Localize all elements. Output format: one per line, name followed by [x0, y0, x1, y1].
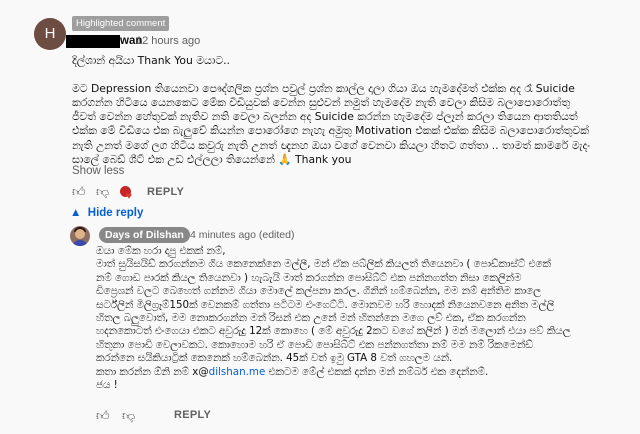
- reply-text: ඔයා මේක හරා දාපු එකක් නම්, මාත් සුයිසයිඩ…: [96, 245, 626, 392]
- thumbs-up-icon[interactable]: 👍︎: [96, 408, 110, 424]
- redacted-author-name[interactable]: [66, 35, 120, 48]
- comment-text: දිල්ශාන් අයියා Thank You මයාට.. මට Depre…: [72, 54, 591, 166]
- reply-button[interactable]: REPLY: [147, 186, 184, 198]
- channel-owner-chip[interactable]: Days of Dilshan: [99, 227, 190, 243]
- channel-avatar[interactable]: [70, 226, 90, 246]
- thumbs-down-icon[interactable]: 👎︎: [122, 408, 135, 424]
- email-link[interactable]: dilshan.me: [209, 366, 266, 378]
- highlighted-comment-badge: Highlighted comment: [72, 16, 170, 31]
- commenter-avatar[interactable]: H: [34, 18, 66, 50]
- chevron-up-icon: ▲: [70, 207, 82, 219]
- show-less-link[interactable]: Show less: [72, 165, 124, 177]
- avatar-face: [75, 229, 85, 239]
- reply-button[interactable]: REPLY: [174, 409, 211, 421]
- hide-reply-label: Hide reply: [87, 207, 144, 219]
- avatar-shirt: [72, 240, 88, 246]
- hide-reply-toggle[interactable]: ▲ Hide reply: [70, 207, 143, 219]
- thumbs-up-icon[interactable]: 👍︎: [72, 184, 86, 200]
- reply-timestamp[interactable]: 4 minutes ago (edited): [190, 229, 294, 241]
- creator-heart-icon: ♥: [120, 186, 134, 202]
- reply-text-part: ඔයා මේක හරා දාපු එකක් නම්, මාත් සුයිසයිඩ…: [96, 245, 571, 378]
- heart-icon: ♥: [126, 191, 132, 202]
- comment-timestamp[interactable]: 12 hours ago: [136, 35, 200, 47]
- thumbs-down-icon[interactable]: 👎︎: [96, 184, 109, 200]
